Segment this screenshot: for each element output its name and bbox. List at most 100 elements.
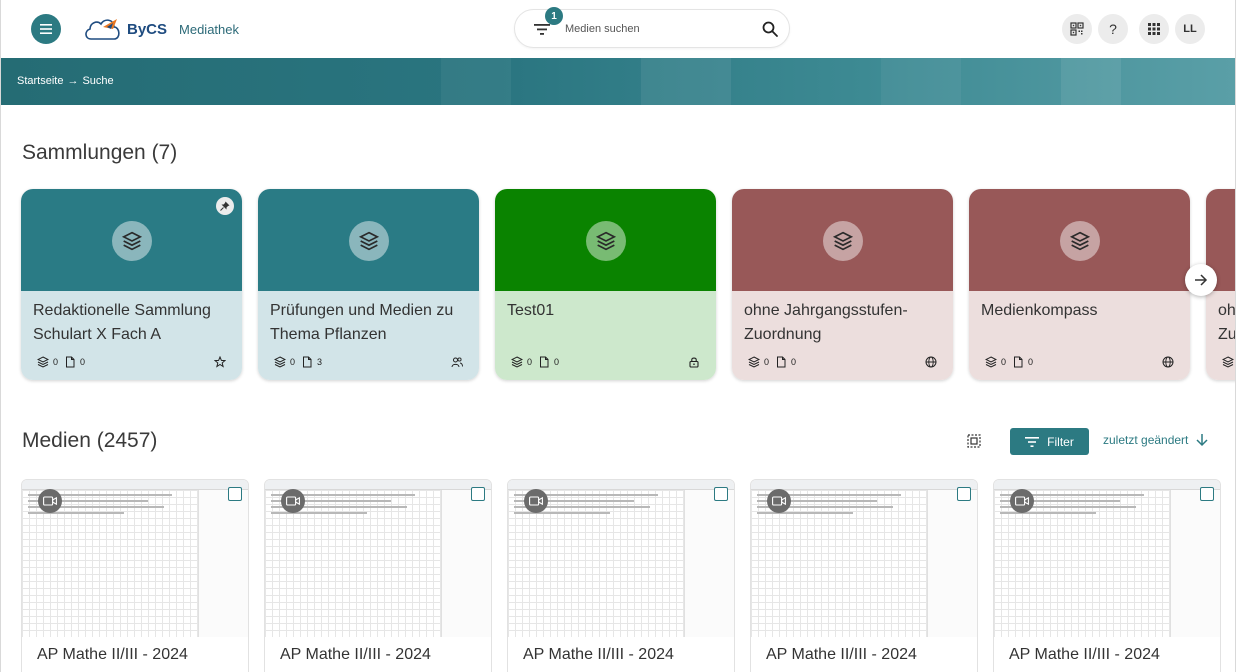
search-input[interactable] bbox=[565, 19, 755, 39]
collection-card-body: ohne Jahrgangsstufen-Zuordnung 00 bbox=[732, 291, 953, 380]
collection-card-body: Medienkompass 0 0 bbox=[969, 291, 1190, 380]
video-camera-icon bbox=[286, 496, 300, 506]
collection-title: Test01 bbox=[507, 302, 555, 319]
collection-title: Prüfungen und Medien zu Thema Pflanzen bbox=[270, 302, 454, 343]
filter-button[interactable]: Filter bbox=[1010, 428, 1089, 455]
page-banner: Startseite → Suche bbox=[1, 58, 1235, 105]
menu-button[interactable] bbox=[31, 14, 61, 44]
media-card[interactable]: AP Mathe II/III - 2024 bbox=[750, 479, 978, 672]
collection-card-header bbox=[732, 189, 953, 291]
breadcrumb-current: Suche bbox=[82, 75, 114, 87]
thumbnail-toolbar bbox=[508, 480, 734, 490]
filter-button-label: Filter bbox=[1047, 434, 1074, 449]
media-thumbnail bbox=[22, 480, 248, 637]
collection-card-body: ohne Jahrgangsstufen-Zuordnung00 bbox=[1206, 291, 1235, 380]
layers-icon bbox=[121, 231, 142, 251]
document-icon bbox=[540, 356, 549, 368]
banner-decoration bbox=[1061, 58, 1121, 105]
media-card[interactable]: AP Mathe II/III - 2024 bbox=[264, 479, 492, 672]
collection-title: ohne Jahrgangsstufen-Zuordnung bbox=[744, 302, 908, 343]
collection-card-header bbox=[495, 189, 716, 291]
carousel-next-button[interactable] bbox=[1185, 264, 1217, 296]
collections-count: 0 bbox=[1001, 357, 1007, 367]
media-title: AP Mathe II/III - 2024 bbox=[766, 646, 917, 663]
collection-counts: 00 bbox=[985, 356, 1033, 368]
select-all-icon[interactable] bbox=[967, 434, 981, 448]
collections-count: 0 bbox=[527, 357, 533, 367]
banner-decoration bbox=[641, 58, 731, 105]
collection-card[interactable]: Test01 0 0 bbox=[495, 189, 716, 380]
breadcrumb-home-link[interactable]: Startseite bbox=[17, 75, 63, 87]
apps-button[interactable] bbox=[1139, 14, 1169, 44]
document-icon bbox=[303, 356, 312, 368]
document-icon bbox=[66, 356, 75, 368]
thumbnail-sidepanel bbox=[927, 490, 977, 637]
media-thumbnail bbox=[751, 480, 977, 637]
media-card[interactable]: AP Mathe II/III - 2024 bbox=[507, 479, 735, 672]
collection-card[interactable]: Medienkompass 0 0 bbox=[969, 189, 1190, 380]
video-camera-icon bbox=[43, 496, 57, 506]
layers-icon bbox=[274, 356, 286, 368]
media-select-checkbox[interactable] bbox=[471, 487, 485, 501]
thumbnail-toolbar bbox=[22, 480, 248, 490]
video-badge bbox=[524, 489, 548, 513]
thumbnail-toolbar bbox=[994, 480, 1220, 490]
pin-button[interactable] bbox=[216, 197, 234, 215]
video-camera-icon bbox=[772, 496, 786, 506]
media-count: 0 bbox=[1028, 357, 1034, 367]
app-window: ByCS Mediathek 1 ? LL Startseite → Suche bbox=[0, 0, 1236, 672]
top-header: ByCS Mediathek 1 ? LL bbox=[1, 0, 1235, 58]
media-select-checkbox[interactable] bbox=[714, 487, 728, 501]
media-select-checkbox[interactable] bbox=[228, 487, 242, 501]
media-title: AP Mathe II/III - 2024 bbox=[523, 646, 674, 663]
collection-card-header bbox=[258, 189, 479, 291]
arrow-right-icon bbox=[1195, 274, 1208, 286]
collection-icon-circle bbox=[348, 221, 389, 261]
filter-icon bbox=[1025, 436, 1040, 447]
help-button[interactable]: ? bbox=[1098, 14, 1128, 44]
search-icon[interactable] bbox=[761, 20, 779, 38]
hamburger-icon bbox=[40, 24, 52, 34]
layers-icon bbox=[37, 356, 49, 368]
collections-count: 0 bbox=[290, 357, 296, 367]
thumbnail-sidepanel bbox=[198, 490, 248, 637]
media-card[interactable]: AP Mathe II/III - 2024 bbox=[993, 479, 1221, 672]
collection-card[interactable]: Prüfungen und Medien zu Thema Pflanzen 0 3 bbox=[258, 189, 479, 380]
media-select-checkbox[interactable] bbox=[957, 487, 971, 501]
video-camera-icon bbox=[529, 496, 543, 506]
media-count: 0 bbox=[791, 357, 797, 367]
globe-icon bbox=[1162, 356, 1174, 368]
collection-card-body: Redaktionelle Sammlung Schulart X Fach A… bbox=[21, 291, 242, 380]
collection-counts: 00 bbox=[748, 356, 796, 368]
layers-icon bbox=[358, 231, 379, 251]
collection-card-body: Test01 0 0 bbox=[495, 291, 716, 380]
media-title: AP Mathe II/III - 2024 bbox=[37, 646, 188, 663]
collection-counts: 03 bbox=[274, 356, 322, 368]
collection-counts: 00 bbox=[37, 356, 85, 368]
breadcrumb-separator-icon: → bbox=[67, 75, 79, 87]
collection-card-body: Prüfungen und Medien zu Thema Pflanzen 0 3 bbox=[258, 291, 479, 380]
layers-icon bbox=[1069, 231, 1090, 251]
collection-icon-circle bbox=[111, 221, 152, 261]
collection-icon-circle bbox=[585, 221, 626, 261]
collection-card[interactable]: ohne Jahrgangsstufen-Zuordnung 00 bbox=[732, 189, 953, 380]
media-count: 3 bbox=[317, 357, 323, 367]
pin-icon bbox=[220, 201, 230, 211]
star-icon bbox=[214, 356, 226, 368]
collection-card-header bbox=[969, 189, 1190, 291]
qr-code-button[interactable] bbox=[1062, 14, 1092, 44]
media-thumbnail bbox=[508, 480, 734, 637]
lock-icon bbox=[689, 357, 699, 368]
user-avatar-button[interactable]: LL bbox=[1175, 14, 1205, 44]
video-badge bbox=[1010, 489, 1034, 513]
media-select-checkbox[interactable] bbox=[1200, 487, 1214, 501]
bycs-logo[interactable]: ByCS Mediathek bbox=[83, 14, 239, 44]
layers-icon bbox=[511, 356, 523, 368]
sort-label: zuletzt geändert bbox=[1103, 433, 1189, 447]
collection-card[interactable]: Redaktionelle Sammlung Schulart X Fach A… bbox=[21, 189, 242, 380]
sort-control[interactable]: zuletzt geändert bbox=[1103, 433, 1208, 447]
layers-icon bbox=[832, 231, 853, 251]
media-card[interactable]: AP Mathe II/III - 2024 bbox=[21, 479, 249, 672]
thumbnail-sidepanel bbox=[1170, 490, 1220, 637]
layers-icon bbox=[985, 356, 997, 368]
